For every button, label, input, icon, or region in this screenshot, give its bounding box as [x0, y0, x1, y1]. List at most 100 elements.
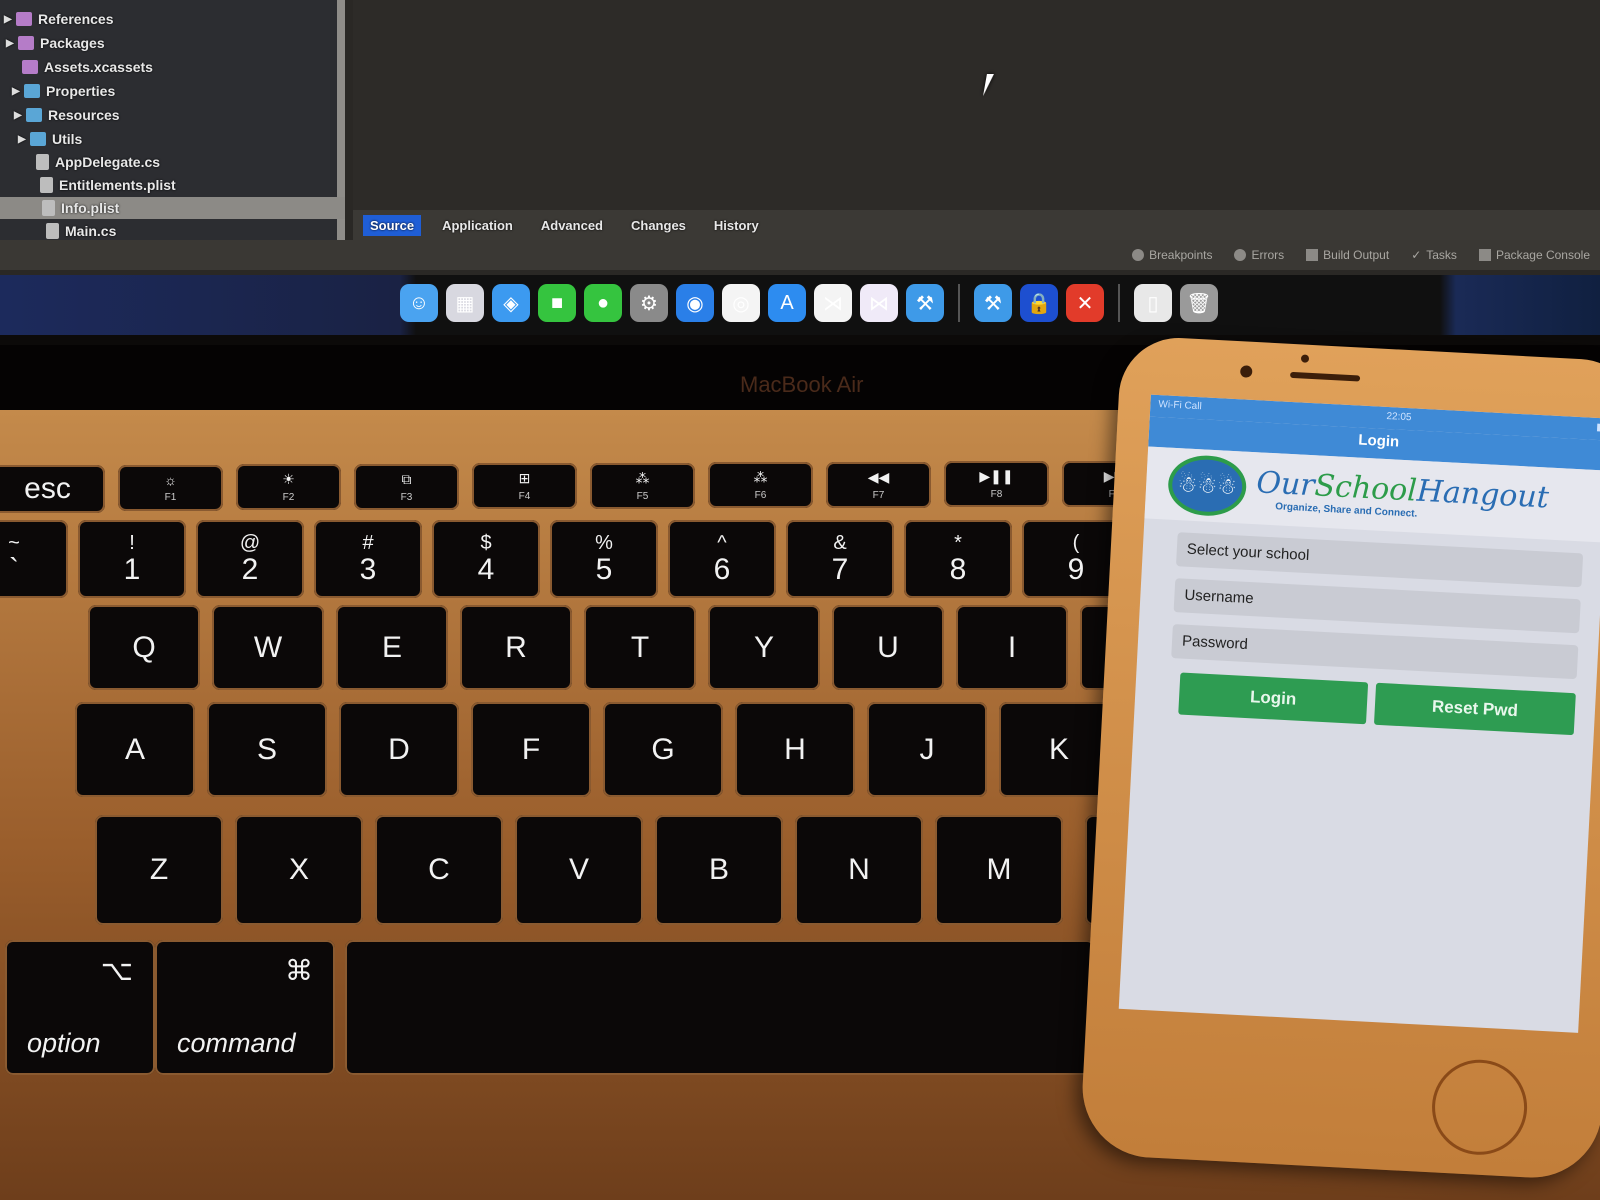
key-f4[interactable]: ⊞ F4	[472, 463, 577, 509]
spacebar[interactable]	[345, 940, 1095, 1075]
dock-app-xcode-icon[interactable]: ⚒	[906, 284, 944, 322]
dock-app-visual-studio-icon[interactable]: ⋈	[860, 284, 898, 322]
pad-errors[interactable]: Errors	[1234, 248, 1284, 262]
key-c[interactable]: C	[375, 815, 503, 925]
pad-breakpoints[interactable]: Breakpoints	[1132, 248, 1212, 262]
tree-item-properties[interactable]: ▶ Properties	[12, 80, 115, 102]
key-q[interactable]: Q	[88, 605, 200, 690]
file-icon	[36, 154, 49, 170]
key-command-left[interactable]: ⌘ command	[155, 940, 335, 1075]
home-button[interactable]	[1429, 1057, 1530, 1158]
dock-app-launchpad-icon[interactable]: ▦	[446, 284, 484, 322]
key-u[interactable]: U	[832, 605, 944, 690]
password-input[interactable]: Password	[1171, 624, 1579, 680]
dock-app-chrome-icon[interactable]: ◎	[722, 284, 760, 322]
dock-app-visual-studio-code-icon[interactable]: ⋊	[814, 284, 852, 322]
username-input[interactable]: Username	[1173, 578, 1581, 634]
key-6[interactable]: ^ 6	[668, 520, 776, 598]
pad-tasks[interactable]: ✓ Tasks	[1411, 248, 1457, 262]
key-z[interactable]: Z	[95, 815, 223, 925]
dock-app-trash-icon[interactable]: 🗑	[1180, 284, 1218, 322]
expand-arrow-icon[interactable]: ▶	[14, 110, 26, 121]
dock-app-finder-icon[interactable]: ☺	[400, 284, 438, 322]
key-n[interactable]: N	[795, 815, 923, 925]
pad-package-console[interactable]: Package Console	[1478, 248, 1590, 262]
tree-item-entitlements[interactable]: Entitlements.plist	[40, 174, 176, 196]
key-v[interactable]: V	[515, 815, 643, 925]
key-f1[interactable]: ☼ F1	[118, 464, 223, 511]
dock-app-facetime-icon[interactable]: ■	[538, 284, 576, 322]
key-f3[interactable]: ⧉ F3	[354, 463, 459, 510]
key-7[interactable]: & 7	[786, 520, 894, 598]
key-f[interactable]: F	[471, 702, 591, 797]
dock-separator	[1118, 284, 1120, 322]
key-e[interactable]: E	[336, 605, 448, 690]
tree-item-assets[interactable]: Assets.xcassets	[22, 56, 153, 78]
dock-app-messages-icon[interactable]: ●	[584, 284, 622, 322]
pad-build-output[interactable]: Build Output	[1306, 248, 1389, 262]
school-select[interactable]: Select your school	[1175, 532, 1584, 588]
dock-app-safari-icon[interactable]: ◈	[492, 284, 530, 322]
key-a[interactable]: A	[75, 702, 195, 797]
tree-item-appdelegate[interactable]: AppDelegate.cs	[36, 151, 160, 173]
folder-icon	[16, 12, 32, 26]
key-f2[interactable]: ☀ F2	[236, 464, 341, 510]
expand-arrow-icon[interactable]: ▶	[18, 134, 30, 145]
key-2[interactable]: @2	[196, 520, 304, 598]
dock-app-system-preferences-icon[interactable]: ⚙	[630, 284, 668, 322]
key-esc[interactable]: esc	[0, 465, 105, 513]
key-8[interactable]: * 8	[904, 520, 1012, 598]
tree-item-resources[interactable]: ▶ Resources	[14, 104, 120, 126]
tree-item-main[interactable]: Main.cs	[46, 220, 116, 242]
dock-app-firefox-icon[interactable]: ◉	[676, 284, 714, 322]
dock-separator	[958, 284, 960, 322]
key-t[interactable]: T	[584, 605, 696, 690]
output-icon	[1306, 249, 1319, 261]
key-1[interactable]: ! 1	[78, 520, 186, 598]
key-g[interactable]: G	[603, 702, 723, 797]
key-i[interactable]: I	[956, 605, 1068, 690]
dock-app-xcode-beta-icon[interactable]: ⚒	[974, 284, 1012, 322]
key-f7[interactable]: ◀◀ F7	[826, 461, 931, 508]
key-y[interactable]: Y	[708, 605, 820, 690]
key-f6[interactable]: ⁂ F6	[708, 462, 813, 508]
key-j[interactable]: J	[867, 702, 987, 797]
key-5[interactable]: % 5	[550, 520, 658, 598]
tree-item-packages[interactable]: ▶ Packages	[6, 32, 105, 54]
tab-changes[interactable]: Changes	[624, 215, 693, 236]
tree-item-references[interactable]: ▶ References	[4, 8, 114, 30]
tab-history[interactable]: History	[707, 215, 766, 236]
key-b[interactable]: B	[655, 815, 783, 925]
key-m[interactable]: M	[935, 815, 1063, 925]
key-option[interactable]: ⌥ option	[5, 940, 155, 1075]
reset-password-button[interactable]: Reset Pwd	[1373, 682, 1576, 736]
key-3[interactable]: #3	[314, 520, 422, 598]
folder-icon	[30, 132, 46, 146]
expand-arrow-icon[interactable]: ▶	[6, 38, 18, 49]
key-h[interactable]: H	[735, 702, 855, 797]
login-button[interactable]: Login	[1178, 672, 1369, 725]
key-f8[interactable]: ▶❚❚ F8	[944, 461, 1049, 507]
dock-app-lock-app-icon[interactable]: 🔒	[1020, 284, 1058, 322]
battery-icon: ▮	[1596, 421, 1600, 434]
tab-source[interactable]: Source	[363, 214, 422, 236]
expand-arrow-icon[interactable]: ▶	[4, 14, 16, 25]
key-r[interactable]: R	[460, 605, 572, 690]
dock-app-documents-icon[interactable]: ▯	[1134, 284, 1172, 322]
key-x[interactable]: X	[235, 815, 363, 925]
dock-app-app-store-icon[interactable]: A	[768, 284, 806, 322]
key-backtick[interactable]: ~ `	[0, 520, 68, 598]
tree-item-info-plist[interactable]: Info.plist	[0, 197, 345, 219]
tab-advanced[interactable]: Advanced	[534, 215, 610, 236]
dock-app-remote-desktop-icon[interactable]: ✕	[1066, 284, 1104, 322]
key-4[interactable]: $4	[432, 520, 540, 598]
key-s[interactable]: S	[207, 702, 327, 797]
editor-area[interactable]	[353, 0, 1600, 212]
tree-item-utils[interactable]: ▶ Utils	[18, 128, 82, 150]
expand-arrow-icon[interactable]: ▶	[12, 86, 24, 97]
key-w[interactable]: W	[212, 605, 324, 690]
key-d[interactable]: D	[339, 702, 459, 797]
ide-window: ▶ References ▶ Packages Assets.xcassets ▶ P…	[0, 0, 1600, 275]
tab-application[interactable]: Application	[435, 215, 520, 236]
key-f5[interactable]: ⁂ F5	[590, 462, 695, 509]
